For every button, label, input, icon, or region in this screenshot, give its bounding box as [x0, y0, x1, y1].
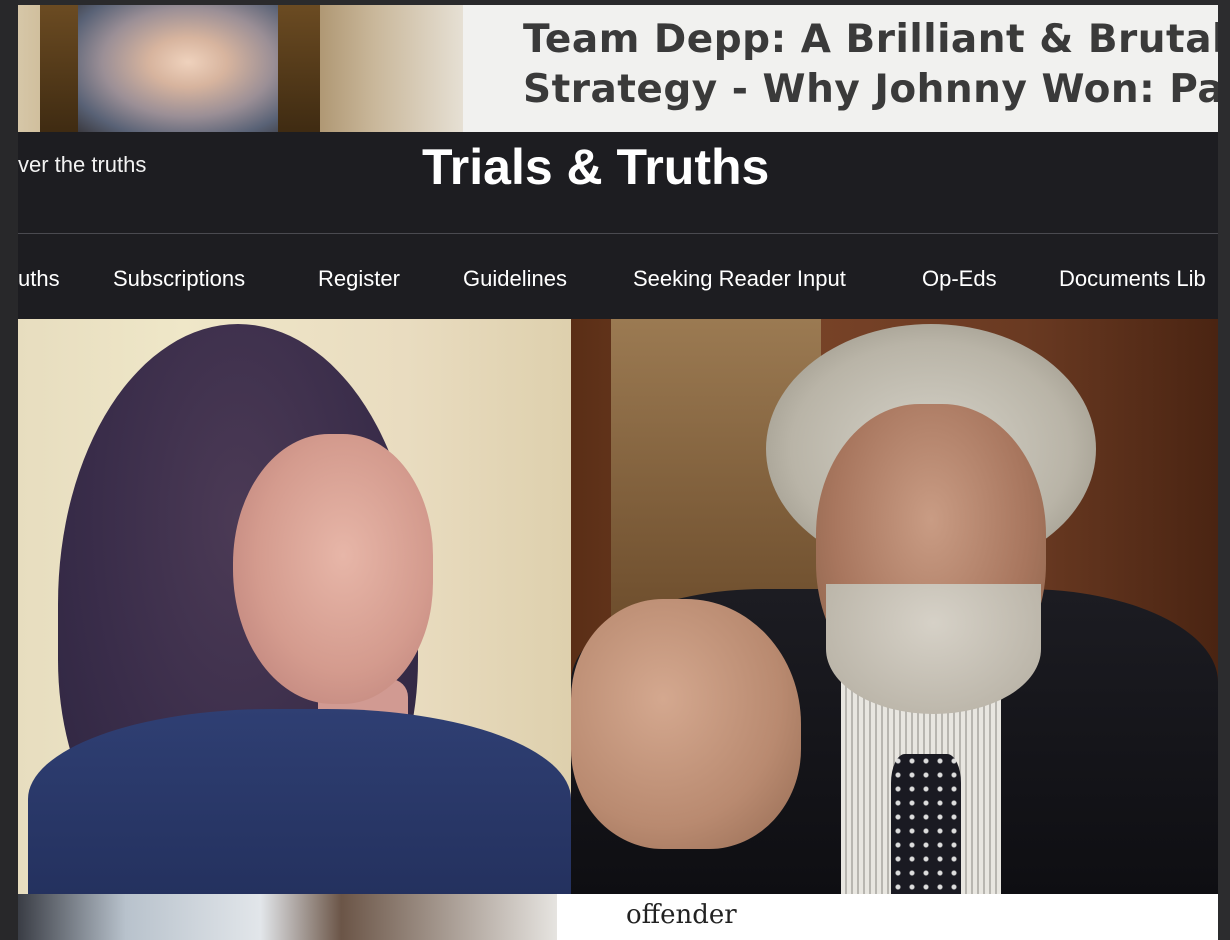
nav-item-subscriptions[interactable]: Subscriptions	[113, 266, 245, 292]
header-divider	[18, 233, 1218, 234]
web-page: Team Depp: A Brilliant & Brutal L Strate…	[18, 5, 1218, 940]
site-title[interactable]: Trials & Truths	[422, 138, 769, 196]
nav-item-op-eds[interactable]: Op-Eds	[922, 266, 997, 292]
nav-item-documents-library[interactable]: Documents Lib	[1059, 266, 1206, 292]
nav-item-seeking-reader-input[interactable]: Seeking Reader Input	[633, 266, 846, 292]
site-tagline: ver the truths	[18, 152, 147, 177]
site-header: ver the truths Trials & Truths uths Subs…	[18, 132, 1218, 319]
window-frame-right	[1218, 0, 1230, 940]
cardigan-shape	[28, 709, 571, 894]
nav-item-truths[interactable]: uths	[18, 266, 60, 292]
hand-shape	[571, 599, 801, 849]
banner-headline-line2: Strategy - Why Johnny Won: Pa	[523, 67, 1218, 112]
article-excerpt: offender	[626, 900, 737, 930]
banner-headline-line1: Team Depp: A Brilliant & Brutal L	[523, 17, 1218, 62]
banner-headline[interactable]: Team Depp: A Brilliant & Brutal L Strate…	[523, 15, 1218, 115]
featured-article-banner[interactable]: Team Depp: A Brilliant & Brutal L Strate…	[18, 5, 1218, 132]
portrait-image	[78, 5, 278, 132]
nav-item-guidelines[interactable]: Guidelines	[463, 266, 567, 292]
hero-image-woman[interactable]	[18, 319, 571, 894]
article-thumbnail[interactable]	[18, 894, 557, 940]
nav-item-register[interactable]: Register	[318, 266, 400, 292]
article-excerpt-card[interactable]: offender	[557, 894, 1218, 940]
beard-shape	[826, 584, 1041, 714]
window-frame-left	[0, 0, 18, 940]
hero-image-man[interactable]	[571, 319, 1218, 897]
face-shape	[233, 434, 433, 704]
tie-shape	[891, 754, 961, 897]
